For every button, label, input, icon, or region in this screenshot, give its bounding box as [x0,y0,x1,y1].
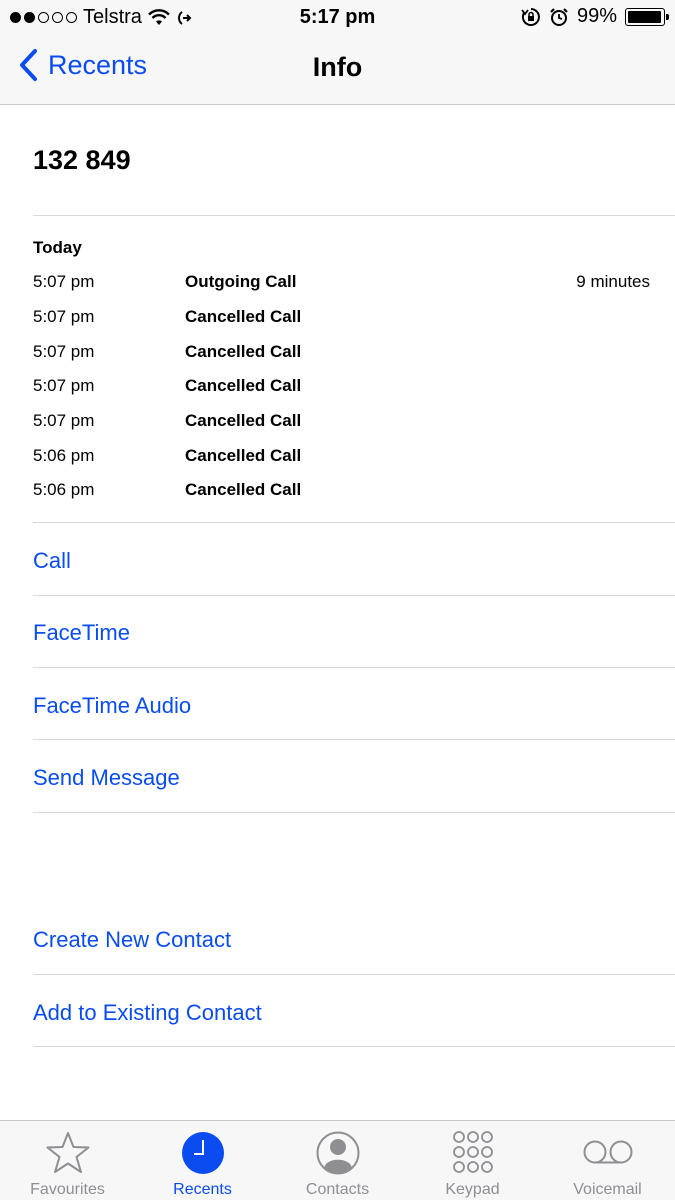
battery-icon [625,7,669,26]
call-type: Cancelled Call [185,411,302,431]
call-time: 5:07 pm [33,307,95,327]
divider [33,1046,675,1047]
keypad-icon [452,1131,493,1173]
tab-contacts[interactable]: Contacts [270,1121,405,1200]
tab-label: Voicemail [573,1181,642,1198]
tab-keypad[interactable]: Keypad [405,1121,540,1200]
star-icon [46,1132,89,1173]
call-type: Cancelled Call [185,376,302,396]
call-button[interactable]: Call [33,548,71,574]
tab-voicemail[interactable]: Voicemail [540,1121,675,1200]
divider [33,595,675,596]
call-row: 5:06 pm Cancelled Call [33,473,653,508]
call-time: 5:07 pm [33,411,95,431]
tab-label: Keypad [445,1181,500,1198]
divider [33,974,675,975]
tab-label: Recents [173,1181,232,1198]
call-duration: 9 minutes [576,272,650,292]
divider [33,667,675,668]
add-existing-contact-button[interactable]: Add to Existing Contact [33,1000,262,1026]
call-history-list: 5:07 pm Outgoing Call 9 minutes 5:07 pm … [33,265,653,508]
navigation-bar: Recents Info [0,36,675,104]
tab-label: Favourites [30,1181,105,1198]
voicemail-icon [583,1140,632,1164]
call-row: 5:07 pm Cancelled Call [33,369,653,404]
top-bar: Telstra 5:17 pm 99% Recents Info [0,0,675,105]
create-contact-button[interactable]: Create New Contact [33,927,231,953]
battery-percent: 99% [576,5,617,27]
facetime-audio-button[interactable]: FaceTime Audio [33,693,191,719]
tab-label: Contacts [305,1181,370,1198]
divider [33,812,675,813]
facetime-button[interactable]: FaceTime [33,620,130,646]
send-message-button[interactable]: Send Message [33,765,180,791]
status-bar: Telstra 5:17 pm 99% [0,0,675,36]
tab-bar: Favourites Recents Contacts Keypad Voice… [0,1120,675,1200]
history-header: Today [33,238,82,257]
divider [33,215,675,216]
phone-number: 132 849 [33,145,131,175]
call-type: Outgoing Call [185,272,297,292]
call-time: 5:07 pm [33,341,95,361]
call-row: 5:06 pm Cancelled Call [33,438,653,473]
page-title: Info [312,52,363,82]
tab-recents[interactable]: Recents [135,1121,270,1200]
call-type: Cancelled Call [185,307,302,327]
orientation-lock-icon [521,7,540,26]
call-row: 5:07 pm Cancelled Call [33,300,653,335]
person-icon [316,1131,359,1175]
tab-favourites[interactable]: Favourites [0,1121,135,1200]
call-time: 5:07 pm [33,376,95,396]
status-right: 99% [521,5,669,28]
call-type: Cancelled Call [185,341,302,361]
call-row: 5:07 pm Cancelled Call [33,404,653,439]
clock-icon [181,1132,224,1174]
call-time: 5:06 pm [33,480,95,500]
alarm-icon [550,7,568,26]
call-row: 5:07 pm Outgoing Call 9 minutes [33,265,653,300]
call-type: Cancelled Call [185,445,302,465]
call-type: Cancelled Call [185,480,302,500]
divider [33,739,675,740]
call-row: 5:07 pm Cancelled Call [33,334,653,369]
divider [33,522,675,523]
call-time: 5:06 pm [33,445,95,465]
call-time: 5:07 pm [33,272,95,292]
